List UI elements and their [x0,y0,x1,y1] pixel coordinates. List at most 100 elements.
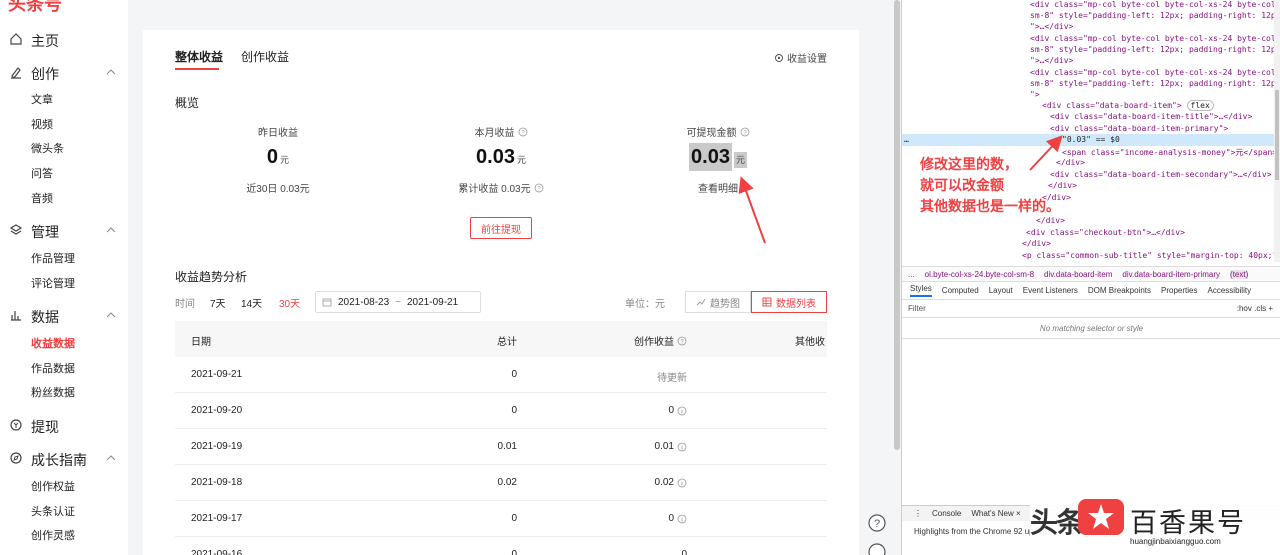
brand-logo[interactable]: 头条号 [8,0,62,16]
sidebar-item-creator-rights[interactable]: 创作权益 [31,478,75,494]
styles-filter-tools[interactable]: :hov .cls + [1237,304,1273,313]
row-date: 2021-09-20 [191,405,243,416]
info-icon[interactable] [677,442,687,452]
dom-line[interactable]: sm-8" style="padding-left: 12px; padding… [1030,11,1280,20]
dom-line[interactable]: </div> [1022,239,1051,248]
watermark: 头条 百香果号 huangjinbaixiangguo.com [1030,495,1280,555]
withdraw-button[interactable]: 前往提现 [470,217,532,239]
flex-badge[interactable]: flex [1186,100,1214,111]
view-table-button[interactable]: 数据列表 [751,291,827,313]
nav-group-data[interactable]: 数据 [0,304,128,326]
chevron-up-icon[interactable] [105,452,117,464]
dom-line[interactable]: sm-8" style="padding-left: 12px; padding… [1030,45,1280,54]
dom-line[interactable]: <div class="mp-col byte-col byte-col-xs-… [1030,0,1280,9]
breadcrumb[interactable]: (text) [1230,269,1249,279]
drawer-menu-icon[interactable]: ⋮ [914,509,922,518]
metric-sub: 累计收益 0.03元 ? [426,180,576,195]
nav-group-label: 数据 [31,309,59,325]
tab-event-listeners[interactable]: Event Listeners [1023,286,1078,295]
nav-group-manage[interactable]: 管理 [0,219,128,241]
dom-text-node[interactable]: "0.03" == $0 [1062,135,1120,144]
help-icon[interactable]: ? [677,336,687,346]
range-14d[interactable]: 14天 [241,295,262,310]
dom-scrollbar[interactable] [1274,0,1280,262]
sidebar-item-income-data[interactable]: 收益数据 [31,335,75,351]
nav-group-home[interactable]: 主页 [0,28,128,50]
income-settings-link[interactable]: 收益设置 [774,50,827,65]
tab-overall-income[interactable]: 整体收益 [175,48,223,65]
sidebar-item-audio[interactable]: 音频 [31,190,53,206]
sidebar-item-works-data[interactable]: 作品数据 [31,360,75,376]
breadcrumb[interactable]: div.data-board-item-primary [1122,270,1220,279]
breadcrumb[interactable]: ol.byte-col-xs-24.byte-col-sm-8 [925,270,1034,279]
tab-dom-breakpoints[interactable]: DOM Breakpoints [1088,286,1151,295]
dom-line[interactable]: "> [1030,90,1040,99]
dom-line[interactable]: <div class="mp-col byte-col byte-col-xs-… [1030,34,1280,43]
view-trend-button[interactable]: 趋势图 [685,291,751,313]
range-7d[interactable]: 7天 [210,295,226,310]
info-icon[interactable] [677,406,687,416]
dom-line[interactable]: <span class="income-analysis-money">元</s… [1062,147,1277,158]
chevron-up-icon[interactable] [105,224,117,236]
sidebar-item-video[interactable]: 视频 [31,116,53,132]
sidebar-item-qa[interactable]: 问答 [31,165,53,181]
dom-line[interactable]: </div> [1056,158,1085,167]
sidebar-item-fans-data[interactable]: 粉丝数据 [31,384,75,400]
tab-creation-income[interactable]: 创作收益 [241,48,289,65]
dom-line[interactable]: <p class="common-sub-title" style="margi… [1022,251,1280,260]
help-float-icon[interactable]: ? [866,512,888,534]
styles-filter-input[interactable]: Filter [908,304,926,313]
nav-group-create[interactable]: 创作 [0,61,128,83]
date-range-picker[interactable]: 2021-08-23 ~ 2021-09-21 [315,291,481,313]
tab-computed[interactable]: Computed [942,286,979,295]
tab-accessibility[interactable]: Accessibility [1208,286,1252,295]
feedback-float-icon[interactable] [866,541,888,555]
dom-line[interactable]: ">…</div> [1030,56,1073,65]
nav-group-label: 提现 [31,419,59,435]
nav-group-growth[interactable]: 成长指南 [0,447,128,469]
sidebar-item-micro-post[interactable]: 微头条 [31,140,64,156]
range-30d[interactable]: 30天 [279,295,300,310]
sidebar-item-comments-manage[interactable]: 评论管理 [31,275,75,291]
info-icon[interactable] [677,514,687,524]
info-icon[interactable] [677,478,687,488]
tab-styles[interactable]: Styles [910,284,932,297]
dom-ellipsis[interactable]: … [904,135,909,144]
view-details-link[interactable]: 查看明细 [643,180,793,195]
sidebar-item-article[interactable]: 文章 [31,91,53,107]
dom-line[interactable]: <div class="mp-col byte-col byte-col-xs-… [1030,68,1280,77]
header-date: 日期 [191,337,211,348]
dom-line[interactable]: <div class="data-board-item"> flex [1042,100,1214,111]
metric-label-text: 昨日收益 [258,128,298,139]
help-icon[interactable]: ? [740,127,750,137]
dom-line[interactable]: ">…</div> [1030,22,1073,31]
annotation-note: 修改这里的数， 就可以改金额 其他数据也是一样的。 [920,155,1060,218]
page-scrollbar[interactable] [893,0,901,555]
sidebar-item-verification[interactable]: 头条认证 [31,503,75,519]
tab-console[interactable]: Console [932,509,961,518]
row-date: 2021-09-21 [191,369,243,380]
dom-line[interactable]: <div class="checkout-btn">…</div> [1026,228,1185,237]
breadcrumb[interactable]: ... [908,270,915,279]
chevron-up-icon[interactable] [105,66,117,78]
help-icon[interactable]: ? [534,183,544,193]
tab-properties[interactable]: Properties [1161,286,1197,295]
overview-title: 概览 [175,96,200,110]
nav-group-withdraw[interactable]: 提现 [0,414,128,436]
dom-line[interactable]: <div class="data-board-item-secondary">…… [1050,170,1272,179]
tab-layout[interactable]: Layout [989,286,1013,295]
breadcrumb[interactable]: div.data-board-item [1044,270,1112,279]
compass-icon [10,452,22,464]
sidebar-item-works-manage[interactable]: 作品管理 [31,250,75,266]
gear-icon [775,53,783,62]
scrollbar-thumb[interactable] [894,0,900,450]
tab-whats-new[interactable]: What's New × [971,509,1020,518]
chevron-up-icon[interactable] [105,309,117,321]
sidebar-item-inspiration[interactable]: 创作灵感 [31,527,75,543]
help-icon[interactable]: ? [518,127,528,137]
dom-line[interactable]: sm-8" style="padding-left: 12px; padding… [1030,79,1280,88]
dom-line[interactable]: <div class="data-board-item-title">…</di… [1050,112,1252,121]
devtools-tabs: Styles Computed Layout Event Listeners D… [902,282,1280,300]
dom-scrollbar-thumb[interactable] [1275,90,1279,180]
dom-line[interactable]: <div class="data-board-item-primary"> [1050,124,1228,133]
